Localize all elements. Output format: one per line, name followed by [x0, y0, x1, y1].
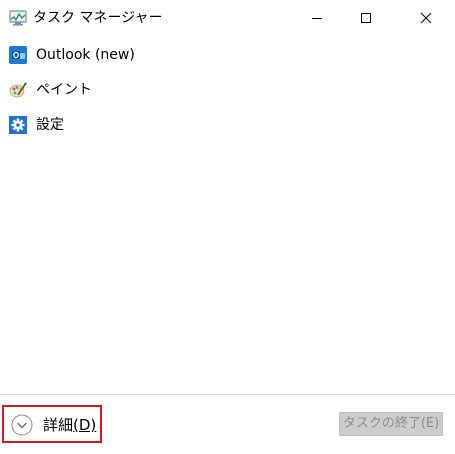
- settings-gear-icon: [9, 116, 27, 134]
- details-label: 詳細(D): [43, 416, 97, 434]
- title-bar: タスク マネージャー: [0, 0, 455, 36]
- app-row-settings[interactable]: 設定: [0, 110, 455, 140]
- window-title: タスク マネージャー: [33, 10, 163, 26]
- end-task-button[interactable]: タスクの終了(E): [339, 412, 443, 436]
- app-row-outlook[interactable]: Outlook (new): [0, 40, 455, 70]
- maximize-button[interactable]: [343, 0, 389, 36]
- maximize-icon: [361, 13, 371, 23]
- app-label: 設定: [36, 117, 64, 133]
- minimize-icon: [312, 18, 322, 19]
- app-row-paint[interactable]: ペイント: [0, 75, 455, 105]
- outlook-icon: [9, 46, 27, 64]
- footer-divider: [0, 394, 455, 395]
- close-button[interactable]: [403, 0, 449, 36]
- chevron-down-circle-icon: [11, 414, 33, 436]
- minimize-button[interactable]: [294, 0, 340, 36]
- task-manager-icon: [9, 9, 27, 27]
- paint-icon: [9, 81, 27, 99]
- app-label: Outlook (new): [36, 47, 135, 63]
- app-label: ペイント: [36, 82, 92, 98]
- details-button[interactable]: 詳細(D): [2, 405, 102, 443]
- close-icon: [420, 12, 432, 24]
